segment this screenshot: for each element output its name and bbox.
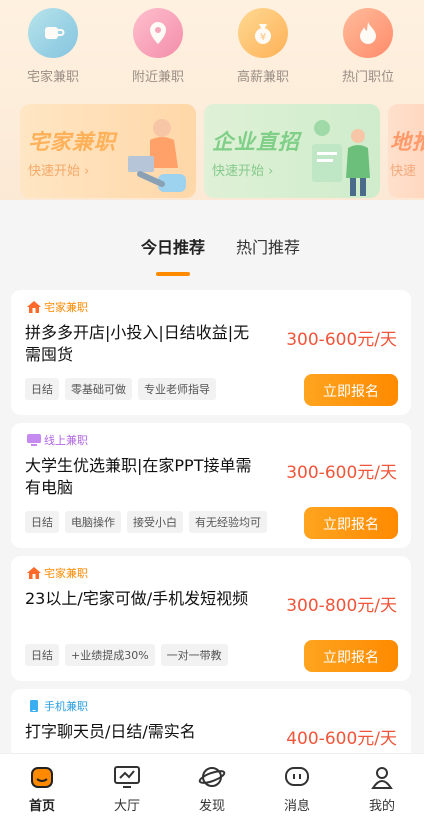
job-tag: 日结 xyxy=(25,378,59,400)
tabbar-label: 大厅 xyxy=(113,799,140,814)
tabbar-label: 首页 xyxy=(28,799,55,814)
tabbar-item-hall[interactable]: 大厅 xyxy=(85,754,169,824)
category-label: 宅家兼职 xyxy=(26,70,79,85)
person-laptop-illustration xyxy=(128,119,186,192)
job-tag: 电脑操作 xyxy=(65,511,121,533)
category-hot-jobs[interactable]: 热门职位 xyxy=(328,8,408,85)
tabbar-item-mine[interactable]: 我的 xyxy=(340,754,424,824)
job-tag: 日结 xyxy=(25,511,59,533)
apply-button[interactable]: 立即报名 xyxy=(304,640,398,672)
job-badge-label: 手机兼职 xyxy=(44,700,88,713)
job-title: 大学生优选兼职|在家PPT接单需有电脑 xyxy=(25,456,252,497)
banner-title: 地推 xyxy=(390,130,424,154)
apply-button[interactable]: 立即报名 xyxy=(304,374,398,406)
job-card[interactable]: 宅家兼职 23以上/宅家可做/手机发短视频 300-800元/天 日结 +业绩提… xyxy=(11,556,411,681)
category-row: 宅家兼职 附近兼职 ¥ 高薪兼职 热门职位 xyxy=(0,8,424,88)
cup-icon xyxy=(28,8,78,58)
job-title: 拼多多开店|小投入|日结收益|无需囤货 xyxy=(25,323,250,364)
active-tab-indicator xyxy=(156,272,190,276)
category-home-jobs[interactable]: 宅家兼职 xyxy=(13,8,93,85)
job-salary: 300-800元/天 xyxy=(286,596,397,616)
home-icon xyxy=(27,762,57,792)
job-tags: 日结 电脑操作 接受小白 有无经验均可 xyxy=(25,511,273,533)
job-tag: 一对一带教 xyxy=(160,644,228,666)
tabbar-label: 发现 xyxy=(198,799,225,814)
job-tag: 有无经验均可 xyxy=(189,511,267,533)
planet-icon xyxy=(197,762,227,792)
job-badge: 手机兼职 xyxy=(27,698,88,714)
apply-button[interactable]: 立即报名 xyxy=(304,507,398,539)
category-high-pay[interactable]: ¥ 高薪兼职 xyxy=(223,8,303,85)
person-document-illustration xyxy=(312,120,370,196)
job-card[interactable]: 宅家兼职 拼多多开店|小投入|日结收益|无需囤货 300-600元/天 日结 零… xyxy=(11,290,411,415)
job-badge-label: 宅家兼职 xyxy=(44,301,88,314)
job-tag: 日结 xyxy=(25,644,59,666)
header-area: 宅家兼职 附近兼职 ¥ 高薪兼职 热门职位 宅家兼职 快速开始 › 企业直招 快… xyxy=(0,0,424,200)
job-salary: 400-600元/天 xyxy=(286,729,397,749)
job-badge: 线上兼职 xyxy=(27,432,88,448)
tab-today-recommend[interactable]: 今日推荐 xyxy=(141,234,205,258)
job-badge: 宅家兼职 xyxy=(27,299,88,315)
monitor-icon xyxy=(112,762,142,792)
tabbar-label: 我的 xyxy=(368,799,395,814)
banner-ground-promotion[interactable]: 地推 快速 xyxy=(388,104,424,198)
banner-home-jobs[interactable]: 宅家兼职 快速开始 › xyxy=(20,104,196,198)
banner-carousel: 宅家兼职 快速开始 › 企业直招 快速开始 › 地推 xyxy=(0,104,424,198)
profile-icon xyxy=(367,762,397,792)
banner-subtitle: 快速 xyxy=(390,164,417,179)
svg-text:¥: ¥ xyxy=(260,32,266,43)
job-salary: 300-600元/天 xyxy=(286,463,397,483)
banner-subtitle: 快速开始 › xyxy=(28,164,90,179)
job-tags: 日结 +业绩提成30% 一对一带教 xyxy=(25,644,234,666)
job-tag: 接受小白 xyxy=(127,511,183,533)
job-badge-label: 宅家兼职 xyxy=(44,567,88,580)
house-icon xyxy=(27,567,41,579)
house-icon xyxy=(27,301,41,313)
money-bag-icon: ¥ xyxy=(238,8,288,58)
tab-hot-recommend[interactable]: 热门推荐 xyxy=(236,234,300,258)
main-content: 今日推荐 热门推荐 宅家兼职 拼多多开店|小投入|日结收益|无需囤货 300-6… xyxy=(0,200,424,769)
message-icon xyxy=(282,762,312,792)
banner-title: 宅家兼职 xyxy=(28,130,116,154)
tabbar-item-discover[interactable]: 发现 xyxy=(170,754,254,824)
location-icon xyxy=(133,8,183,58)
tabbar-item-home[interactable]: 首页 xyxy=(0,754,84,824)
category-label: 高薪兼职 xyxy=(236,70,289,85)
job-title: 打字聊天员/日结/需实名 xyxy=(25,722,196,741)
job-tags: 日结 零基础可做 专业老师指导 xyxy=(25,378,222,400)
recommend-tabs: 今日推荐 热门推荐 xyxy=(0,234,424,276)
job-tag: +业绩提成30% xyxy=(65,644,155,666)
category-label: 热门职位 xyxy=(341,70,394,85)
job-title: 23以上/宅家可做/手机发短视频 xyxy=(25,589,249,608)
job-tag: 零基础可做 xyxy=(65,378,132,400)
banner-enterprise[interactable]: 企业直招 快速开始 › xyxy=(204,104,380,198)
banner-title: 企业直招 xyxy=(212,130,300,154)
job-badge: 宅家兼职 xyxy=(27,565,88,581)
job-badge-label: 线上兼职 xyxy=(44,434,88,447)
job-salary: 300-600元/天 xyxy=(286,330,397,350)
tabbar-label: 消息 xyxy=(283,799,310,814)
monitor-badge-icon xyxy=(27,434,41,446)
phone-badge-icon xyxy=(30,700,38,712)
job-card[interactable]: 线上兼职 大学生优选兼职|在家PPT接单需有电脑 300-600元/天 日结 电… xyxy=(11,423,411,548)
banner-subtitle: 快速开始 › xyxy=(212,164,274,179)
flame-icon xyxy=(343,8,393,58)
job-tag: 专业老师指导 xyxy=(138,378,216,400)
category-nearby-jobs[interactable]: 附近兼职 xyxy=(118,8,198,85)
bottom-tab-bar: 首页 大厅 发现 消息 我的 xyxy=(0,753,424,824)
category-label: 附近兼职 xyxy=(131,70,184,85)
tabbar-item-messages[interactable]: 消息 xyxy=(255,754,339,824)
